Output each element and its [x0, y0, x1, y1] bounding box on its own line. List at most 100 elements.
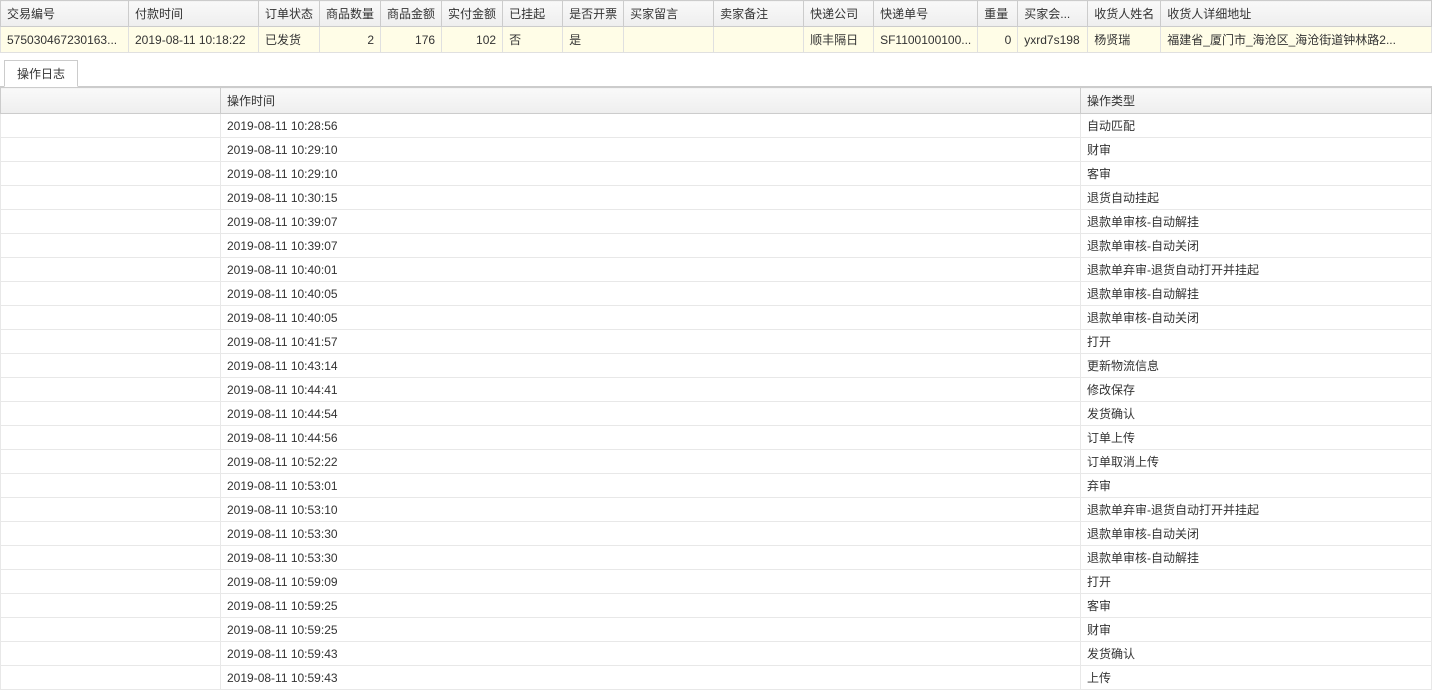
log-row[interactable]: 2019-08-11 10:53:10退款单弃审-退货自动打开并挂起	[1, 498, 1432, 522]
log-cell-spacer	[1, 498, 221, 522]
log-cell-spacer	[1, 138, 221, 162]
log-col-time[interactable]: 操作时间	[221, 88, 1081, 114]
col-recv-name[interactable]: 收货人姓名	[1088, 1, 1161, 27]
log-cell-time: 2019-08-11 10:28:56	[221, 114, 1081, 138]
col-tracking[interactable]: 快递单号	[874, 1, 978, 27]
log-cell-time: 2019-08-11 10:52:22	[221, 450, 1081, 474]
log-row[interactable]: 2019-08-11 10:39:07退款单审核-自动关闭	[1, 234, 1432, 258]
col-qty[interactable]: 商品数量	[320, 1, 381, 27]
log-cell-type: 订单上传	[1081, 426, 1432, 450]
col-status[interactable]: 订单状态	[259, 1, 320, 27]
tab-operation-log[interactable]: 操作日志	[4, 60, 78, 87]
log-cell-type: 退款单弃审-退货自动打开并挂起	[1081, 258, 1432, 282]
log-cell-type: 打开	[1081, 570, 1432, 594]
log-header-row: 操作时间 操作类型	[1, 88, 1432, 114]
log-cell-time: 2019-08-11 10:44:54	[221, 402, 1081, 426]
log-cell-time: 2019-08-11 10:59:43	[221, 666, 1081, 690]
log-cell-type: 财审	[1081, 618, 1432, 642]
log-cell-type: 退款单弃审-退货自动打开并挂起	[1081, 498, 1432, 522]
log-row[interactable]: 2019-08-11 10:59:43发货确认	[1, 642, 1432, 666]
log-row[interactable]: 2019-08-11 10:40:05退款单审核-自动关闭	[1, 306, 1432, 330]
col-trade-no[interactable]: 交易编号	[1, 1, 129, 27]
log-row[interactable]: 2019-08-11 10:28:56自动匹配	[1, 114, 1432, 138]
log-cell-spacer	[1, 306, 221, 330]
log-row[interactable]: 2019-08-11 10:52:22订单取消上传	[1, 450, 1432, 474]
log-row[interactable]: 2019-08-11 10:44:56订单上传	[1, 426, 1432, 450]
log-col-type[interactable]: 操作类型	[1081, 88, 1432, 114]
log-cell-spacer	[1, 426, 221, 450]
log-row[interactable]: 2019-08-11 10:53:30退款单审核-自动解挂	[1, 546, 1432, 570]
log-cell-type: 退款单审核-自动解挂	[1081, 546, 1432, 570]
log-cell-spacer	[1, 210, 221, 234]
log-cell-type: 发货确认	[1081, 642, 1432, 666]
log-cell-time: 2019-08-11 10:29:10	[221, 138, 1081, 162]
col-invoice[interactable]: 是否开票	[563, 1, 624, 27]
log-cell-spacer	[1, 282, 221, 306]
log-row[interactable]: 2019-08-11 10:44:54发货确认	[1, 402, 1432, 426]
col-weight[interactable]: 重量	[978, 1, 1018, 27]
cell-trade-no: 575030467230163...	[1, 27, 129, 53]
log-cell-time: 2019-08-11 10:40:01	[221, 258, 1081, 282]
cell-invoice: 是	[563, 27, 624, 53]
log-row[interactable]: 2019-08-11 10:44:41修改保存	[1, 378, 1432, 402]
log-cell-time: 2019-08-11 10:53:30	[221, 522, 1081, 546]
log-cell-time: 2019-08-11 10:29:10	[221, 162, 1081, 186]
col-amount[interactable]: 商品金额	[381, 1, 442, 27]
operation-log-table: 操作时间 操作类型 2019-08-11 10:28:56自动匹配2019-08…	[0, 87, 1432, 690]
log-row[interactable]: 2019-08-11 10:53:01弃审	[1, 474, 1432, 498]
log-row[interactable]: 2019-08-11 10:43:14更新物流信息	[1, 354, 1432, 378]
cell-amount: 176	[381, 27, 442, 53]
log-cell-spacer	[1, 618, 221, 642]
log-cell-time: 2019-08-11 10:53:01	[221, 474, 1081, 498]
log-cell-type: 退款单审核-自动解挂	[1081, 210, 1432, 234]
cell-weight: 0	[978, 27, 1018, 53]
log-row[interactable]: 2019-08-11 10:40:01退款单弃审-退货自动打开并挂起	[1, 258, 1432, 282]
log-cell-type: 退款单审核-自动解挂	[1081, 282, 1432, 306]
col-held[interactable]: 已挂起	[503, 1, 563, 27]
log-row[interactable]: 2019-08-11 10:30:15退货自动挂起	[1, 186, 1432, 210]
log-cell-type: 发货确认	[1081, 402, 1432, 426]
col-buyer-msg[interactable]: 买家留言	[624, 1, 714, 27]
log-row[interactable]: 2019-08-11 10:41:57打开	[1, 330, 1432, 354]
col-courier[interactable]: 快递公司	[804, 1, 874, 27]
col-buyer-id[interactable]: 买家会...	[1018, 1, 1088, 27]
col-pay-time[interactable]: 付款时间	[129, 1, 259, 27]
col-recv-addr[interactable]: 收货人详细地址	[1161, 1, 1432, 27]
log-cell-time: 2019-08-11 10:59:25	[221, 618, 1081, 642]
log-row[interactable]: 2019-08-11 10:59:25客审	[1, 594, 1432, 618]
log-cell-type: 弃审	[1081, 474, 1432, 498]
log-cell-type: 退款单审核-自动关闭	[1081, 522, 1432, 546]
log-cell-spacer	[1, 114, 221, 138]
log-cell-time: 2019-08-11 10:59:25	[221, 594, 1081, 618]
order-row[interactable]: 575030467230163... 2019-08-11 10:18:22 已…	[1, 27, 1432, 53]
cell-courier: 顺丰隔日	[804, 27, 874, 53]
log-cell-type: 客审	[1081, 162, 1432, 186]
log-cell-spacer	[1, 378, 221, 402]
log-cell-spacer	[1, 402, 221, 426]
log-cell-spacer	[1, 162, 221, 186]
log-row[interactable]: 2019-08-11 10:59:09打开	[1, 570, 1432, 594]
log-row[interactable]: 2019-08-11 10:29:10客审	[1, 162, 1432, 186]
log-cell-type: 修改保存	[1081, 378, 1432, 402]
log-cell-time: 2019-08-11 10:59:09	[221, 570, 1081, 594]
log-row[interactable]: 2019-08-11 10:29:10财审	[1, 138, 1432, 162]
col-seller-note[interactable]: 卖家备注	[714, 1, 804, 27]
log-cell-time: 2019-08-11 10:39:07	[221, 210, 1081, 234]
log-cell-spacer	[1, 234, 221, 258]
col-paid[interactable]: 实付金额	[442, 1, 503, 27]
log-cell-time: 2019-08-11 10:40:05	[221, 282, 1081, 306]
log-cell-type: 财审	[1081, 138, 1432, 162]
log-cell-type: 客审	[1081, 594, 1432, 618]
log-cell-time: 2019-08-11 10:44:56	[221, 426, 1081, 450]
cell-held: 否	[503, 27, 563, 53]
log-row[interactable]: 2019-08-11 10:59:25财审	[1, 618, 1432, 642]
log-row[interactable]: 2019-08-11 10:59:43上传	[1, 666, 1432, 690]
cell-recv-addr: 福建省_厦门市_海沧区_海沧街道钟林路2...	[1161, 27, 1432, 53]
log-cell-time: 2019-08-11 10:41:57	[221, 330, 1081, 354]
log-row[interactable]: 2019-08-11 10:39:07退款单审核-自动解挂	[1, 210, 1432, 234]
log-row[interactable]: 2019-08-11 10:53:30退款单审核-自动关闭	[1, 522, 1432, 546]
log-row[interactable]: 2019-08-11 10:40:05退款单审核-自动解挂	[1, 282, 1432, 306]
log-cell-spacer	[1, 594, 221, 618]
cell-tracking: SF1100100100...	[874, 27, 978, 53]
log-cell-time: 2019-08-11 10:59:43	[221, 642, 1081, 666]
